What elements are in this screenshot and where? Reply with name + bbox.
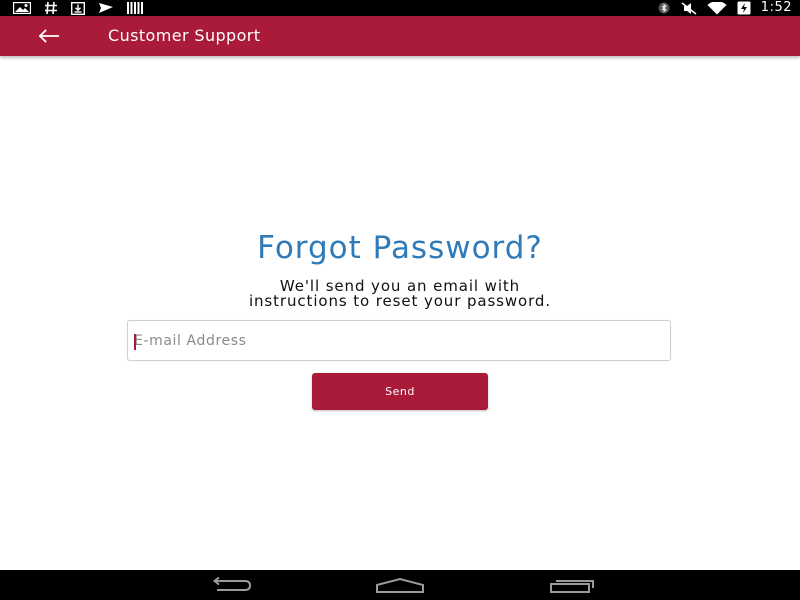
forgot-password-screen: 1:52 Customer Support Forgot Password? W… bbox=[0, 0, 800, 600]
app-bar-title: Customer Support bbox=[108, 26, 261, 45]
send-notification-icon bbox=[99, 3, 113, 13]
status-bar: 1:52 bbox=[0, 0, 800, 16]
email-field[interactable] bbox=[127, 320, 671, 361]
app-bar: Customer Support bbox=[0, 16, 800, 56]
page-title: Forgot Password? bbox=[257, 230, 543, 266]
nav-home-button[interactable] bbox=[370, 570, 430, 600]
send-button[interactable]: Send bbox=[312, 373, 488, 410]
page-description: We'll send you an email with instruction… bbox=[0, 279, 800, 309]
image-notification-icon bbox=[13, 2, 31, 14]
description-line-2: instructions to reset your password. bbox=[248, 292, 552, 310]
notification-icons bbox=[13, 0, 143, 16]
download-notification-icon bbox=[71, 1, 85, 15]
barcode-notification-icon bbox=[127, 2, 143, 14]
clock-time: 1:52 bbox=[760, 0, 792, 15]
arrow-left-icon bbox=[38, 29, 59, 43]
back-nav-icon bbox=[212, 577, 252, 591]
nav-back-button[interactable] bbox=[200, 570, 260, 600]
text-cursor bbox=[134, 334, 136, 350]
battery-charging-icon bbox=[737, 1, 751, 15]
hashtag-notification-icon bbox=[45, 1, 57, 15]
bluetooth-icon bbox=[658, 2, 670, 14]
recents-nav-icon bbox=[550, 580, 594, 593]
wifi-icon bbox=[707, 1, 727, 14]
nav-recents-button[interactable] bbox=[542, 570, 602, 600]
back-button[interactable] bbox=[34, 24, 62, 48]
system-icons: 1:52 bbox=[657, 0, 792, 16]
email-input[interactable] bbox=[134, 321, 654, 360]
home-nav-icon bbox=[376, 577, 424, 593]
mute-icon bbox=[681, 1, 697, 15]
navigation-bar bbox=[0, 570, 800, 600]
